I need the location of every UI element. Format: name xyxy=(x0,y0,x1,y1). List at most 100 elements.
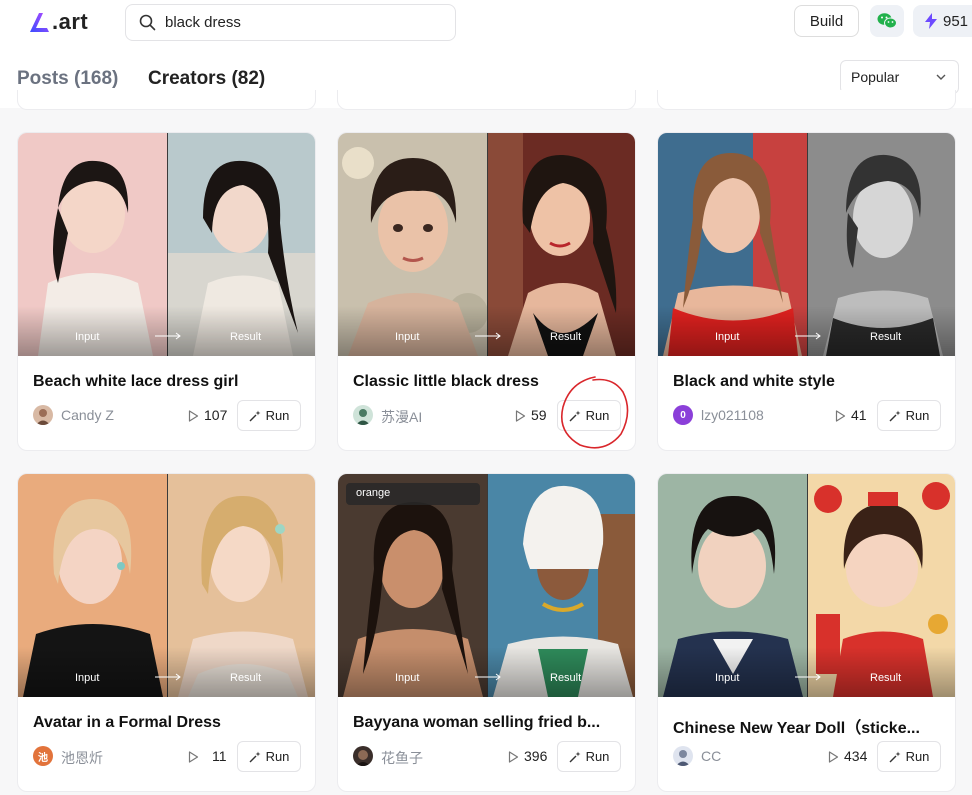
author-name[interactable]: 花鱼子 xyxy=(381,748,423,768)
card-title[interactable]: Avatar in a Formal Dress xyxy=(33,714,305,732)
run-count: 41 xyxy=(851,407,867,423)
search-icon xyxy=(139,14,157,32)
run-label: Run xyxy=(905,749,930,764)
input-label: Input xyxy=(395,672,420,684)
tab-posts-count: (168) xyxy=(74,68,119,89)
card-image[interactable]: Input Result xyxy=(658,133,955,356)
avatar[interactable]: 0 xyxy=(673,405,693,425)
input-label: Input xyxy=(715,672,740,684)
run-button[interactable]: Run xyxy=(557,741,621,772)
run-label: Run xyxy=(265,749,290,764)
arrow-right-icon xyxy=(475,673,501,681)
run-label: Run xyxy=(905,408,930,423)
run-button[interactable]: Run xyxy=(237,400,301,431)
result-label: Result xyxy=(230,672,262,684)
wechat-button[interactable] xyxy=(870,5,904,37)
credits-button[interactable]: 951 xyxy=(913,5,972,37)
arrow-right-icon xyxy=(155,673,181,681)
tab-posts-label: Posts xyxy=(17,68,69,89)
run-button[interactable]: Run xyxy=(877,741,941,772)
avatar[interactable] xyxy=(673,746,693,766)
logo-icon xyxy=(30,13,49,32)
card-title[interactable]: Black and white style xyxy=(673,373,945,391)
sort-value: Popular xyxy=(851,69,900,85)
sort-select[interactable]: Popular xyxy=(840,60,959,94)
card-image[interactable]: Input Result xyxy=(658,474,955,697)
run-button[interactable]: Run xyxy=(877,400,941,431)
input-label: Input xyxy=(75,331,100,343)
run-label: Run xyxy=(585,749,610,764)
play-icon xyxy=(515,410,526,422)
magic-wand-icon xyxy=(249,751,261,762)
previous-card-bottom xyxy=(657,90,956,110)
avatar[interactable] xyxy=(33,405,53,425)
avatar[interactable]: 池 xyxy=(33,746,53,766)
style-tag: orange xyxy=(346,483,480,505)
run-count: 107 xyxy=(204,407,228,423)
run-count: 59 xyxy=(531,407,547,423)
lightning-icon xyxy=(925,13,937,29)
card-title[interactable]: Bayyana woman selling fried b... xyxy=(353,714,625,732)
wechat-icon xyxy=(877,13,897,29)
play-icon xyxy=(828,751,839,763)
magic-wand-icon xyxy=(889,751,901,762)
author-name[interactable]: 池恩炘 xyxy=(61,748,103,768)
run-count: 434 xyxy=(844,748,868,764)
play-icon xyxy=(508,751,519,763)
tab-posts[interactable]: Posts (168) xyxy=(17,68,118,90)
avatar[interactable] xyxy=(353,405,373,425)
build-button[interactable]: Build xyxy=(794,5,859,37)
search-input[interactable] xyxy=(165,14,435,31)
card-image[interactable]: Input Result xyxy=(18,474,315,697)
tab-creators[interactable]: Creators (82) xyxy=(148,68,265,90)
play-icon xyxy=(188,410,199,422)
run-count: 396 xyxy=(524,748,548,764)
card-title[interactable]: Beach white lace dress girl xyxy=(33,373,305,391)
input-label: Input xyxy=(395,331,420,343)
arrow-right-icon xyxy=(795,673,821,681)
play-icon xyxy=(835,410,846,422)
chevron-down-icon xyxy=(936,74,946,80)
result-label: Result xyxy=(870,331,902,343)
run-label: Run xyxy=(265,408,290,423)
magic-wand-icon xyxy=(569,751,581,762)
post-card[interactable]: Input Result Avatar in a Formal Dress 池 … xyxy=(17,473,316,792)
result-label: Result xyxy=(870,672,902,684)
previous-card-bottom xyxy=(337,90,636,110)
arrow-right-icon xyxy=(155,332,181,340)
play-icon xyxy=(188,751,199,763)
tab-creators-count: (82) xyxy=(231,68,266,89)
card-image[interactable]: Input Result xyxy=(338,133,635,356)
magic-wand-icon xyxy=(249,410,261,421)
author-name[interactable]: Candy Z xyxy=(61,407,114,423)
result-label: Result xyxy=(550,331,582,343)
logo-text: .art xyxy=(52,9,89,34)
logo[interactable]: .art xyxy=(28,8,88,36)
post-card[interactable]: Input Result Beach white lace dress girl… xyxy=(17,132,316,451)
previous-card-bottom xyxy=(17,90,316,110)
avatar[interactable] xyxy=(353,746,373,766)
run-count: 11 xyxy=(212,748,227,764)
arrow-right-icon xyxy=(795,332,821,340)
tab-creators-label: Creators xyxy=(148,68,227,89)
card-image[interactable]: orange Input Result xyxy=(338,474,635,697)
top-header: .art Build 951 xyxy=(0,0,972,48)
author-name[interactable]: 苏漫AI xyxy=(381,407,422,427)
run-button[interactable]: Run xyxy=(237,741,301,772)
magic-wand-icon xyxy=(889,410,901,421)
result-label: Result xyxy=(550,672,582,684)
post-card[interactable]: orange Input Result Bayyana woman sellin… xyxy=(337,473,636,792)
author-name[interactable]: lzy021108 xyxy=(701,407,764,423)
card-title[interactable]: Chinese New Year Doll（sticke... xyxy=(673,714,945,738)
author-name[interactable]: CC xyxy=(701,748,721,764)
post-card[interactable]: Input Result Chinese New Year Doll（stick… xyxy=(657,473,956,792)
card-image[interactable]: Input Result xyxy=(18,133,315,356)
post-card[interactable]: Input Result Black and white style 0 lzy… xyxy=(657,132,956,451)
input-label: Input xyxy=(715,331,740,343)
result-label: Result xyxy=(230,331,262,343)
annotation-circle xyxy=(561,376,629,449)
search-box[interactable] xyxy=(125,4,456,41)
input-label: Input xyxy=(75,672,100,684)
arrow-right-icon xyxy=(475,332,501,340)
credits-count: 951 xyxy=(943,12,969,30)
